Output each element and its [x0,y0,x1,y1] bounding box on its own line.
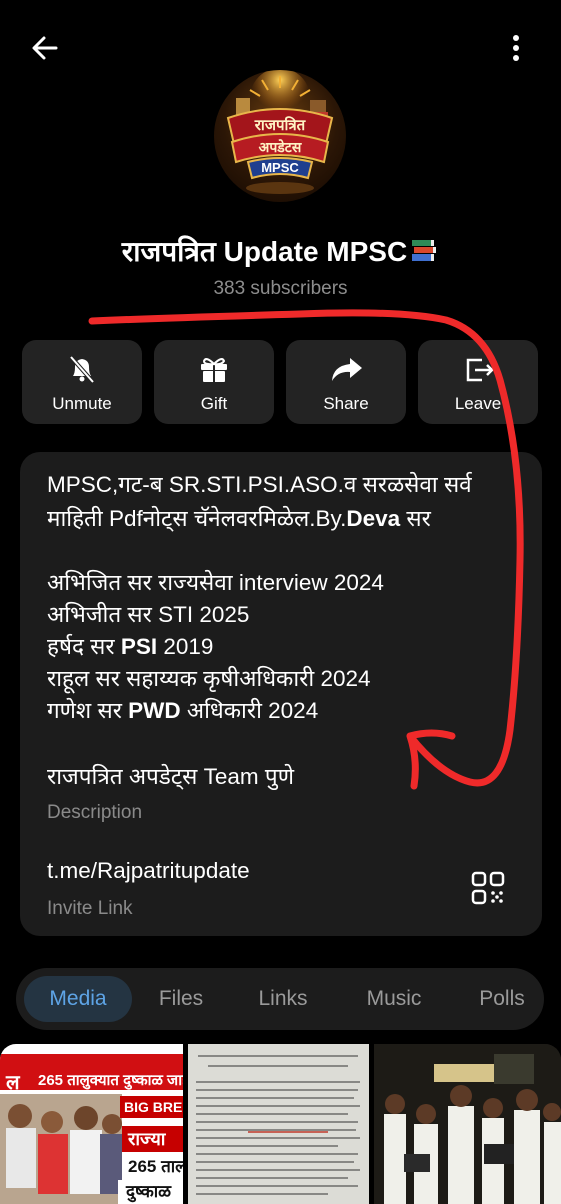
document-photo-image [188,1044,369,1204]
breaking-news-label: BIG BRE [120,1096,183,1118]
description-text: अधिकारी 2024 [180,698,319,723]
media-grid: ल 265 तालुक्यात दुष्काळ जाहीर BIG BRE रा… [0,1044,561,1204]
description-caption: Description [47,802,143,823]
back-button[interactable] [26,28,66,68]
tab-music[interactable]: Music [346,968,442,1030]
channel-info-card: MPSC,गट-ब SR.STI.PSI.ASO.व सरळसेवा सर्व … [20,452,542,936]
share-arrow-icon [332,358,362,381]
svg-text:अपडेटस: अपडेटस [259,139,302,156]
invite-link-caption: Invite Link [47,898,133,919]
media-tabs: Media Files Links Music Polls [16,968,544,1030]
bell-off-icon [69,355,95,384]
description-text: सर [400,506,431,531]
action-bar: Unmute Gift Share Leave [22,340,561,426]
unmute-label: Unmute [52,394,112,413]
channel-logo-image: राजपत्रित अपडेटस MPSC [226,70,334,194]
news-headline-1: राज्या [122,1126,183,1152]
description-bold-text: PWD [128,698,181,723]
share-button[interactable]: Share [286,340,406,424]
gift-label: Gift [200,394,228,413]
leave-button[interactable]: Leave [418,340,538,424]
news-headline-2: 265 ताल [122,1154,183,1180]
tab-links[interactable]: Links [238,968,328,1030]
news-headline-3: दुष्काळ [118,1180,183,1204]
description-line: MPSC,गट-ब SR.STI.PSI.ASO.व सरळसेवा सर्व [47,472,472,497]
svg-text:MPSC: MPSC [261,160,299,175]
description-bold-text: Deva [346,506,401,531]
media-thumbnail-document[interactable] [188,1044,369,1204]
description-bold-text: PSI [120,634,158,659]
tab-polls[interactable]: Polls [460,968,544,1030]
description-line: माहिती Pdfनोट्स चॅनेलवरमिळेल.By.Deva सर [47,502,431,533]
svg-text:राजपत्रित: राजपत्रित [254,116,307,134]
subscriber-count: 383 subscribers [213,278,348,299]
description-line: हर्षद सर PSI 2019 [47,630,213,661]
more-options-button[interactable] [496,28,536,68]
description-text: 2019 [157,634,214,659]
description-line: राहूल सर सहाय्यक कृषीअधिकारी 2024 [47,666,371,691]
news-banner: ल 265 तालुक्यात दुष्काळ जाहीर [0,1054,183,1094]
news-banner-prefix: ल [6,1072,20,1094]
channel-title: राजपत्रित Update MPSC [0,232,561,270]
books-icon [412,240,437,261]
gift-button[interactable]: Gift [154,340,274,424]
description-line: अभिजित सर राज्यसेवा interview 2024 [47,570,384,595]
channel-avatar[interactable]: राजपत्रित अपडेटस MPSC [214,70,346,202]
night-crowd-photo-image [374,1044,561,1204]
share-label: Share [323,394,369,413]
tab-media[interactable]: Media [24,968,132,1030]
news-banner-text: 265 तालुक्यात दुष्काळ जाहीर [38,1072,183,1089]
more-vertical-icon [513,35,519,61]
media-thumbnail-news[interactable]: ल 265 तालुक्यात दुष्काळ जाहीर BIG BRE रा… [0,1044,183,1204]
description-text: हर्षद सर [47,634,121,659]
leave-label: Leave [454,394,502,413]
channel-title-text: राजपत्रित Update MPSC [121,236,408,267]
description-line: गणेश सर PWD अधिकारी 2024 [47,694,318,725]
description-line: अभिजीत सर STI 2025 [47,602,250,627]
qr-code-icon [471,871,505,905]
leave-icon [466,358,494,382]
gift-icon [201,358,227,382]
arrow-left-icon [32,36,58,60]
description-line: राजपत्रित अपडेट्स Team पुणे [47,764,294,789]
description-text: माहिती Pdfनोट्स चॅनेलवरमिळेल.By. [47,506,347,531]
tab-files[interactable]: Files [138,968,224,1030]
crowd-photo-image [0,1094,122,1204]
qr-code-button[interactable] [470,870,506,906]
invite-link[interactable]: t.me/Rajpatritupdate [47,858,250,884]
media-thumbnail-crowd[interactable] [374,1044,561,1204]
description-text: गणेश सर [47,698,129,723]
unmute-button[interactable]: Unmute [22,340,142,424]
